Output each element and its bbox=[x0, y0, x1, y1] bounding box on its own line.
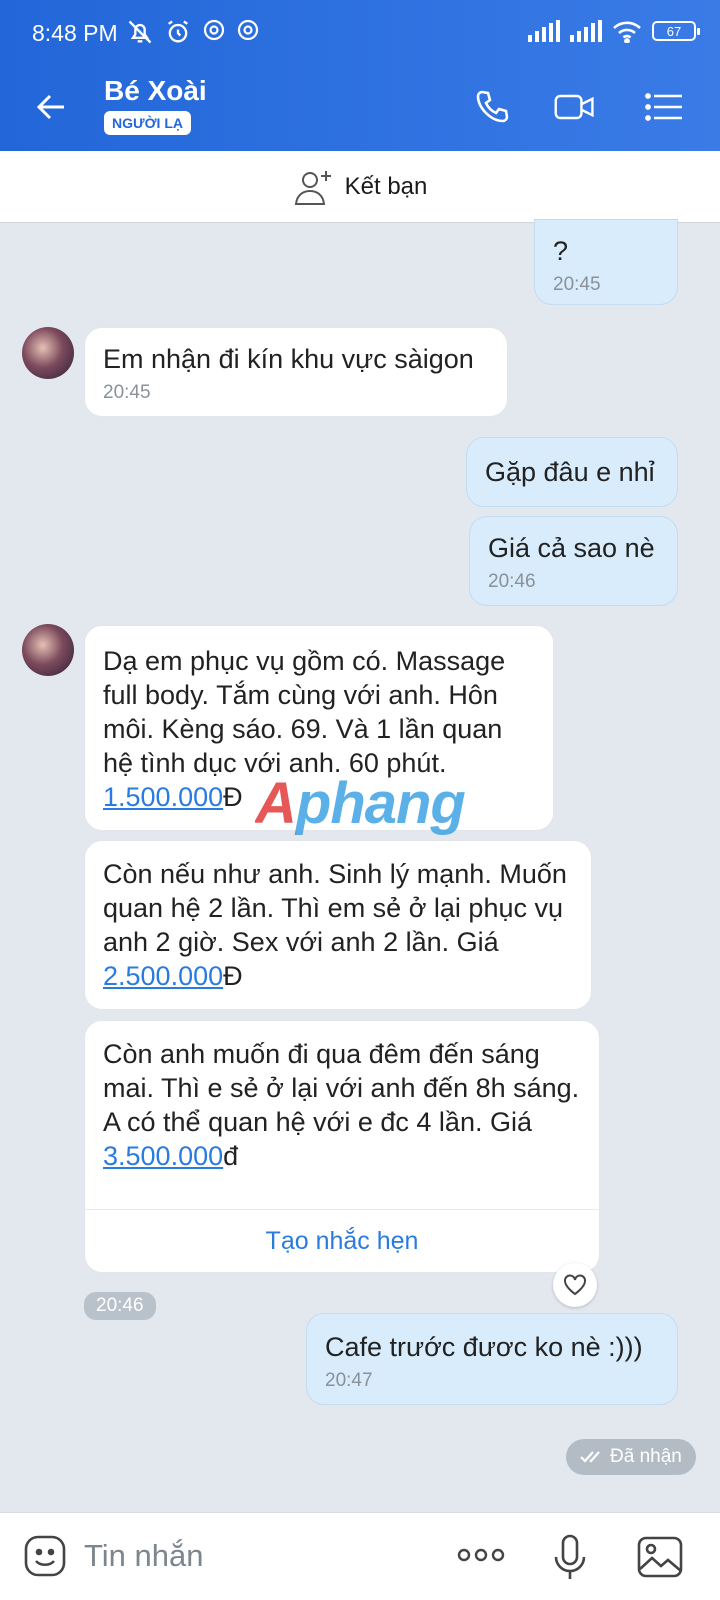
message-text: ? bbox=[553, 236, 569, 266]
signal-icon bbox=[570, 20, 602, 42]
message-text: Cafe trước đươc ko nè :))) bbox=[325, 1332, 643, 1362]
wifi-icon bbox=[613, 21, 641, 43]
watermark-logo: Aphang bbox=[255, 771, 466, 836]
message-text: Giá cả sao nè bbox=[488, 533, 655, 563]
alarm-icon bbox=[168, 20, 188, 43]
signal-icon bbox=[528, 20, 560, 42]
message-bubble-incoming[interactable]: Còn anh muốn đi qua đêm đến sáng mai. Th… bbox=[84, 1020, 600, 1210]
create-reminder-button[interactable]: Tạo nhắc hẹn bbox=[84, 1209, 600, 1273]
received-status-badge: Đã nhận bbox=[566, 1439, 696, 1475]
add-friend-label: Kết bạn bbox=[344, 172, 428, 200]
react-heart-button[interactable] bbox=[553, 1263, 597, 1307]
currency-suffix: đ bbox=[223, 1141, 239, 1171]
double-check-icon bbox=[580, 1451, 600, 1463]
image-gallery-icon[interactable] bbox=[636, 1535, 684, 1579]
message-bubble-outgoing[interactable]: Cafe trước đươc ko nè :))) 20:47 bbox=[306, 1313, 678, 1405]
add-friend-button[interactable]: Kết bạn bbox=[0, 151, 720, 223]
emoji-sticker-icon[interactable] bbox=[22, 1533, 68, 1579]
message-bubble-incoming[interactable]: Em nhận đi kín khu vực sàigon 20:45 bbox=[84, 327, 508, 417]
message-input-bar: Tin nhắn bbox=[0, 1512, 720, 1600]
more-options-icon[interactable] bbox=[456, 1547, 506, 1563]
received-label: Đã nhận bbox=[610, 1446, 682, 1467]
message-text: Dạ em phục vụ gồm có. Massage full body.… bbox=[103, 646, 506, 778]
menu-icon[interactable] bbox=[642, 85, 686, 129]
price-link[interactable]: 1.500.000 bbox=[103, 782, 223, 812]
chrome-icon bbox=[203, 19, 225, 41]
group-time-pill: 20:46 bbox=[84, 1292, 156, 1320]
create-reminder-label: Tạo nhắc hẹn bbox=[265, 1226, 419, 1255]
message-bubble-outgoing[interactable]: Gặp đâu e nhỉ bbox=[466, 437, 678, 507]
battery-icon: 67 bbox=[652, 21, 700, 41]
message-text: Gặp đâu e nhỉ bbox=[485, 457, 655, 487]
notifications-off-icon bbox=[128, 20, 152, 44]
message-text: Em nhận đi kín khu vực sàigon bbox=[103, 344, 474, 374]
message-input[interactable]: Tin nhắn bbox=[84, 1538, 204, 1574]
message-bubble-outgoing[interactable]: ? 20:45 bbox=[534, 219, 678, 305]
message-text: Còn nếu như anh. Sinh lý mạnh. Muốn quan… bbox=[103, 859, 567, 957]
currency-suffix: Đ bbox=[223, 961, 243, 991]
message-time: 20:47 bbox=[325, 1370, 373, 1391]
currency-suffix: Đ bbox=[223, 782, 243, 812]
price-link[interactable]: 3.500.000 bbox=[103, 1141, 223, 1171]
video-call-icon[interactable] bbox=[553, 85, 597, 129]
contact-name[interactable]: Bé Xoài bbox=[104, 75, 207, 107]
status-time: 8:48 PM bbox=[32, 20, 118, 46]
heart-icon bbox=[564, 1274, 586, 1296]
price-link[interactable]: 2.500.000 bbox=[103, 961, 223, 991]
chat-header: Bé Xoài NGƯỜI LẠ bbox=[0, 63, 720, 151]
status-bar: 8:48 PM 67 bbox=[0, 0, 720, 63]
message-bubble-outgoing[interactable]: Giá cả sao nè 20:46 bbox=[469, 516, 678, 606]
message-time: 20:45 bbox=[103, 382, 151, 403]
message-time: 20:45 bbox=[553, 274, 601, 295]
message-bubble-incoming[interactable]: Còn nếu như anh. Sinh lý mạnh. Muốn quan… bbox=[84, 840, 592, 1010]
microphone-icon[interactable] bbox=[552, 1533, 588, 1583]
stranger-badge: NGƯỜI LẠ bbox=[104, 111, 191, 135]
contact-avatar[interactable] bbox=[22, 327, 74, 379]
contact-avatar[interactable] bbox=[22, 624, 74, 676]
phone-icon[interactable] bbox=[470, 85, 514, 129]
message-text: Còn anh muốn đi qua đêm đến sáng mai. Th… bbox=[103, 1039, 580, 1137]
add-user-icon bbox=[294, 170, 331, 205]
back-arrow-icon[interactable] bbox=[30, 85, 74, 129]
message-time: 20:46 bbox=[488, 571, 536, 592]
chrome-icon bbox=[237, 19, 259, 41]
battery-level: 67 bbox=[666, 23, 682, 39]
